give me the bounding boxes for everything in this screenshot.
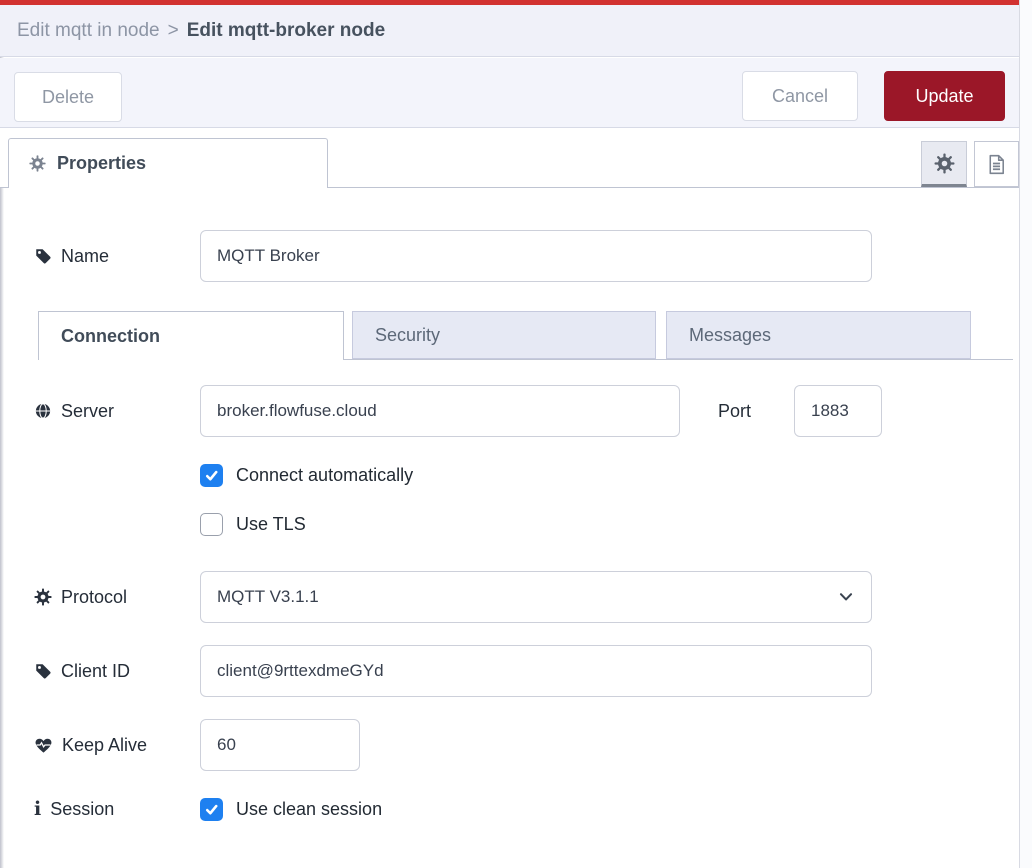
breadcrumb-separator: > <box>168 20 179 42</box>
dialog-toolbar: Delete Cancel Update <box>0 58 1019 128</box>
globe-icon <box>34 402 52 420</box>
tab-messages[interactable]: Messages <box>666 311 971 359</box>
tab-properties[interactable]: Properties <box>8 138 328 188</box>
server-input[interactable] <box>200 385 680 437</box>
protocol-selected-value: MQTT V3.1.1 <box>217 587 319 607</box>
client-id-input[interactable] <box>200 645 872 697</box>
tag-icon <box>34 247 52 265</box>
chevron-down-icon <box>837 588 855 606</box>
name-input[interactable] <box>200 230 872 282</box>
port-label: Port <box>718 385 751 437</box>
node-settings-button[interactable] <box>921 141 967 187</box>
gear-icon <box>34 588 52 606</box>
use-tls-label: Use TLS <box>236 514 306 535</box>
use-tls-checkbox[interactable] <box>200 513 223 536</box>
use-tls-row: Use TLS <box>200 513 306 536</box>
document-icon <box>985 153 1008 176</box>
connect-automatically-row: Connect automatically <box>200 464 413 487</box>
info-icon: i <box>34 800 41 819</box>
port-input[interactable] <box>794 385 882 437</box>
tab-security[interactable]: Security <box>352 311 656 359</box>
clean-session-checkbox[interactable] <box>200 798 223 821</box>
gear-icon <box>29 155 46 172</box>
editor-tab-bar: Properties <box>0 128 1019 188</box>
vertical-scrollbar-track[interactable] <box>1019 0 1032 868</box>
tab-connection[interactable]: Connection <box>38 311 344 360</box>
connect-automatically-checkbox[interactable] <box>200 464 223 487</box>
protocol-label: Protocol <box>34 571 127 623</box>
breadcrumb-parent[interactable]: Edit mqtt in node <box>17 20 160 42</box>
connect-automatically-label: Connect automatically <box>236 465 413 486</box>
description-button[interactable] <box>974 141 1019 187</box>
heartbeat-icon <box>34 736 53 755</box>
keep-alive-label: Keep Alive <box>34 719 147 771</box>
checkmark-icon <box>204 802 219 817</box>
update-button[interactable]: Update <box>884 71 1005 121</box>
tab-properties-label: Properties <box>57 153 146 174</box>
server-label: Server <box>34 385 114 437</box>
page-title: Edit mqtt-broker node <box>187 20 385 42</box>
clean-session-label: Use clean session <box>236 799 382 820</box>
clean-session-row: Use clean session <box>200 798 382 821</box>
cancel-button[interactable]: Cancel <box>742 71 858 121</box>
client-id-label: Client ID <box>34 645 130 697</box>
breadcrumb: Edit mqtt in node > Edit mqtt-broker nod… <box>0 5 1019 57</box>
checkmark-icon <box>204 468 219 483</box>
tag-icon <box>34 662 52 680</box>
name-label: Name <box>34 230 109 282</box>
delete-button[interactable]: Delete <box>14 72 122 122</box>
keep-alive-input[interactable] <box>200 719 360 771</box>
broker-subtabs: Connection Security Messages <box>38 311 1013 360</box>
session-label: i Session <box>34 783 114 835</box>
protocol-select[interactable]: MQTT V3.1.1 <box>200 571 872 623</box>
gear-icon <box>934 153 955 174</box>
